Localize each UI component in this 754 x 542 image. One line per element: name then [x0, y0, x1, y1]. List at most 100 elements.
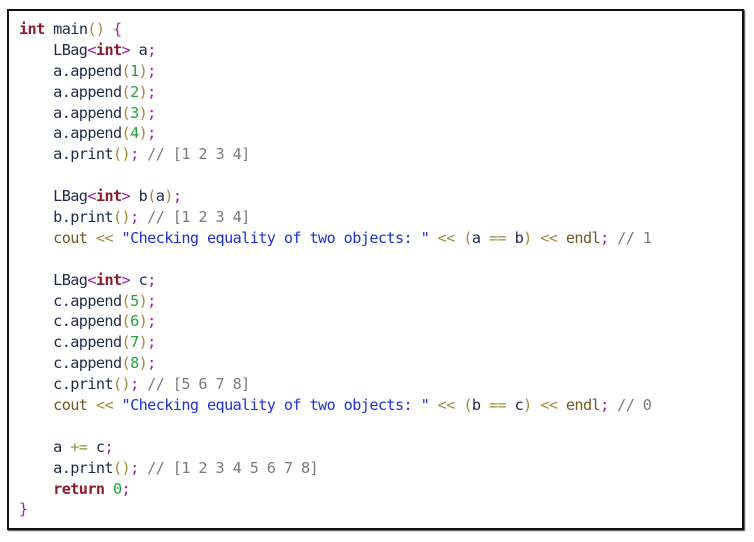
code-line: b.print(); // [1 2 3 4] [19, 207, 651, 228]
code-token: "Checking equality of two objects: " [121, 396, 430, 415]
code-token: ( [121, 312, 131, 331]
code-token: a.append [19, 103, 122, 122]
code-token: b.print [19, 208, 113, 227]
code-token: LBag [19, 187, 88, 206]
code-token: ; [147, 124, 156, 143]
code-line: } [19, 499, 651, 520]
code-token: 4 [130, 124, 139, 143]
code-line: cout << "Checking equality of two object… [19, 228, 652, 249]
code-token: a.print [19, 458, 113, 477]
code-token: c.append [19, 312, 122, 331]
code-line: c.append(8); [19, 353, 651, 374]
code-token: < [87, 270, 96, 289]
code-token: ( [463, 228, 472, 247]
code-token: ( [121, 61, 131, 80]
code-token: << [429, 228, 464, 247]
code-block: int main() { LBag<int> a; a.append(1); a… [19, 19, 652, 520]
code-token: main [44, 20, 88, 38]
code-line: c.append(7); [19, 332, 651, 353]
code-token: ; [172, 187, 182, 206]
code-token: > [121, 270, 131, 289]
code-token: "Checking equality of two objects: " [121, 228, 430, 247]
code-token: LBag [19, 40, 88, 59]
code-token: int [95, 40, 122, 59]
code-token: // [1 2 3 4 5 6 7 8] [138, 458, 319, 477]
code-token: 5 [130, 291, 139, 310]
code-token: ; [600, 396, 609, 415]
code-token: // 0 [608, 396, 652, 415]
code-token: == [480, 228, 515, 247]
code-token: ; [147, 354, 156, 373]
code-token: ) [523, 228, 532, 247]
code-token: > [121, 187, 131, 206]
code-token: { [104, 20, 122, 38]
code-token: endl [565, 396, 601, 415]
code-line: c.append(5); [19, 291, 651, 312]
code-token: // [1 2 3 4] [138, 208, 250, 227]
code-token: () [87, 20, 105, 38]
code-line: return 0; [19, 479, 651, 500]
code-line: LBag<int> b(a); [19, 186, 651, 207]
code-token: < [87, 40, 96, 59]
code-token: << [87, 396, 122, 415]
code-token: a.append [19, 61, 122, 80]
code-token: a.append [19, 82, 122, 101]
code-token: 2 [130, 82, 139, 101]
code-token: ) [138, 354, 148, 373]
code-token: b [514, 228, 524, 247]
code-token: ; [121, 479, 131, 498]
code-token: () [112, 208, 131, 227]
code-token: a [19, 437, 62, 456]
code-token: () [112, 458, 131, 477]
code-token: 0 [112, 479, 122, 498]
code-token: ) [138, 61, 148, 80]
code-token: endl [565, 228, 601, 247]
code-token: ( [121, 103, 131, 122]
code-token: c [514, 396, 524, 415]
code-token: LBag [19, 270, 88, 289]
code-line: LBag<int> c; [19, 270, 651, 291]
code-token: 1 [130, 61, 139, 80]
code-token: ) [138, 312, 148, 331]
code-token: ( [463, 396, 472, 415]
code-line: a.print(); // [1 2 3 4 5 6 7 8] [19, 458, 651, 479]
code-token: ; [130, 375, 139, 394]
code-token: ) [523, 396, 532, 415]
code-token: // 1 [608, 228, 652, 247]
code-token: int [95, 187, 122, 206]
code-token: ) [138, 103, 148, 122]
code-token: int [95, 270, 122, 289]
code-token: () [112, 375, 131, 394]
code-token: c.print [19, 375, 113, 394]
code-token: 3 [130, 103, 139, 122]
code-token: ; [147, 103, 156, 122]
code-token: // [5 6 7 8] [138, 375, 250, 394]
code-token: << [429, 396, 464, 415]
code-line: a.append(1); [19, 61, 651, 82]
code-token: cout [19, 396, 88, 415]
code-line: cout << "Checking equality of two object… [19, 395, 652, 416]
code-token: << [531, 396, 566, 415]
code-token: int [19, 20, 45, 38]
code-token: a.print [19, 145, 113, 164]
code-token: ; [147, 40, 156, 59]
code-token: () [112, 145, 131, 164]
code-token: ( [121, 354, 131, 373]
code-token: cout [19, 228, 88, 247]
code-token: ; [147, 291, 156, 310]
code-token: 6 [130, 312, 139, 331]
code-token: ; [130, 145, 139, 164]
code-token: < [87, 187, 96, 206]
code-token: ) [164, 187, 173, 206]
code-token: ; [130, 208, 139, 227]
code-snippet-frame: int main() { LBag<int> a; a.append(1); a… [7, 9, 744, 530]
code-token: a.append [19, 124, 122, 143]
code-token: return [19, 479, 105, 498]
code-token: << [531, 228, 566, 247]
code-line: c.print(); // [5 6 7 8] [19, 374, 651, 395]
code-token: a [130, 40, 148, 59]
code-token: ; [130, 458, 139, 477]
code-token: a [155, 187, 165, 206]
